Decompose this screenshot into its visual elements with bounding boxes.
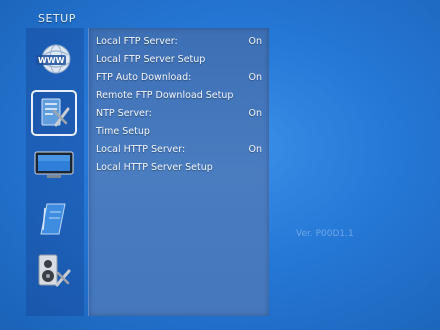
version-label: Ver. P00D1.1 bbox=[296, 229, 354, 239]
menu-item-local-ftp-server-setup[interactable]: Local FTP Server Setup bbox=[96, 51, 262, 69]
settings-menu-panel: Local FTP Server: On Local FTP Server Se… bbox=[88, 28, 269, 316]
menu-item-local-http-server[interactable]: Local HTTP Server: On bbox=[96, 141, 262, 159]
menu-item-label: Local FTP Server Setup bbox=[96, 54, 206, 65]
menu-item-value: On bbox=[248, 72, 263, 83]
nav-audio[interactable] bbox=[31, 248, 77, 294]
nav-network[interactable]: WWW bbox=[31, 38, 77, 84]
menu-item-label: Remote FTP Download Setup bbox=[96, 90, 234, 101]
menu-item-value: On bbox=[248, 36, 263, 47]
tv-display-icon bbox=[34, 151, 74, 178]
setup-screen: SETUP WWW Local FTP Server: On Local FTP… bbox=[0, 0, 440, 330]
nav-display[interactable] bbox=[31, 142, 77, 188]
menu-item-value: On bbox=[248, 144, 263, 155]
menu-item-label: NTP Server: bbox=[96, 108, 152, 119]
www-network-icon: WWW bbox=[36, 44, 71, 74]
nav-settings[interactable] bbox=[31, 90, 77, 136]
page-title: SETUP bbox=[38, 12, 76, 25]
menu-item-ftp-auto-download[interactable]: FTP Auto Download: On bbox=[96, 69, 262, 87]
menu-item-local-ftp-server[interactable]: Local FTP Server: On bbox=[96, 33, 262, 51]
menu-item-value: On bbox=[248, 108, 263, 119]
menu-item-ntp-server[interactable]: NTP Server: On bbox=[96, 105, 262, 123]
notebook-icon bbox=[40, 203, 66, 235]
svg-text:WWW: WWW bbox=[38, 56, 65, 65]
menu-item-label: FTP Auto Download: bbox=[96, 72, 192, 83]
menu-item-label: Time Setup bbox=[96, 126, 150, 137]
menu-item-remote-ftp-download-setup[interactable]: Remote FTP Download Setup bbox=[96, 87, 262, 105]
settings-tools-icon bbox=[41, 98, 70, 127]
menu-item-local-http-server-setup[interactable]: Local HTTP Server Setup bbox=[96, 159, 262, 177]
speaker-audio-icon bbox=[38, 254, 71, 287]
menu-item-time-setup[interactable]: Time Setup bbox=[96, 123, 262, 141]
nav-info[interactable] bbox=[31, 196, 77, 242]
menu-item-label: Local HTTP Server Setup bbox=[96, 162, 213, 173]
menu-item-label: Local HTTP Server: bbox=[96, 144, 186, 155]
menu-item-label: Local FTP Server: bbox=[96, 36, 178, 47]
